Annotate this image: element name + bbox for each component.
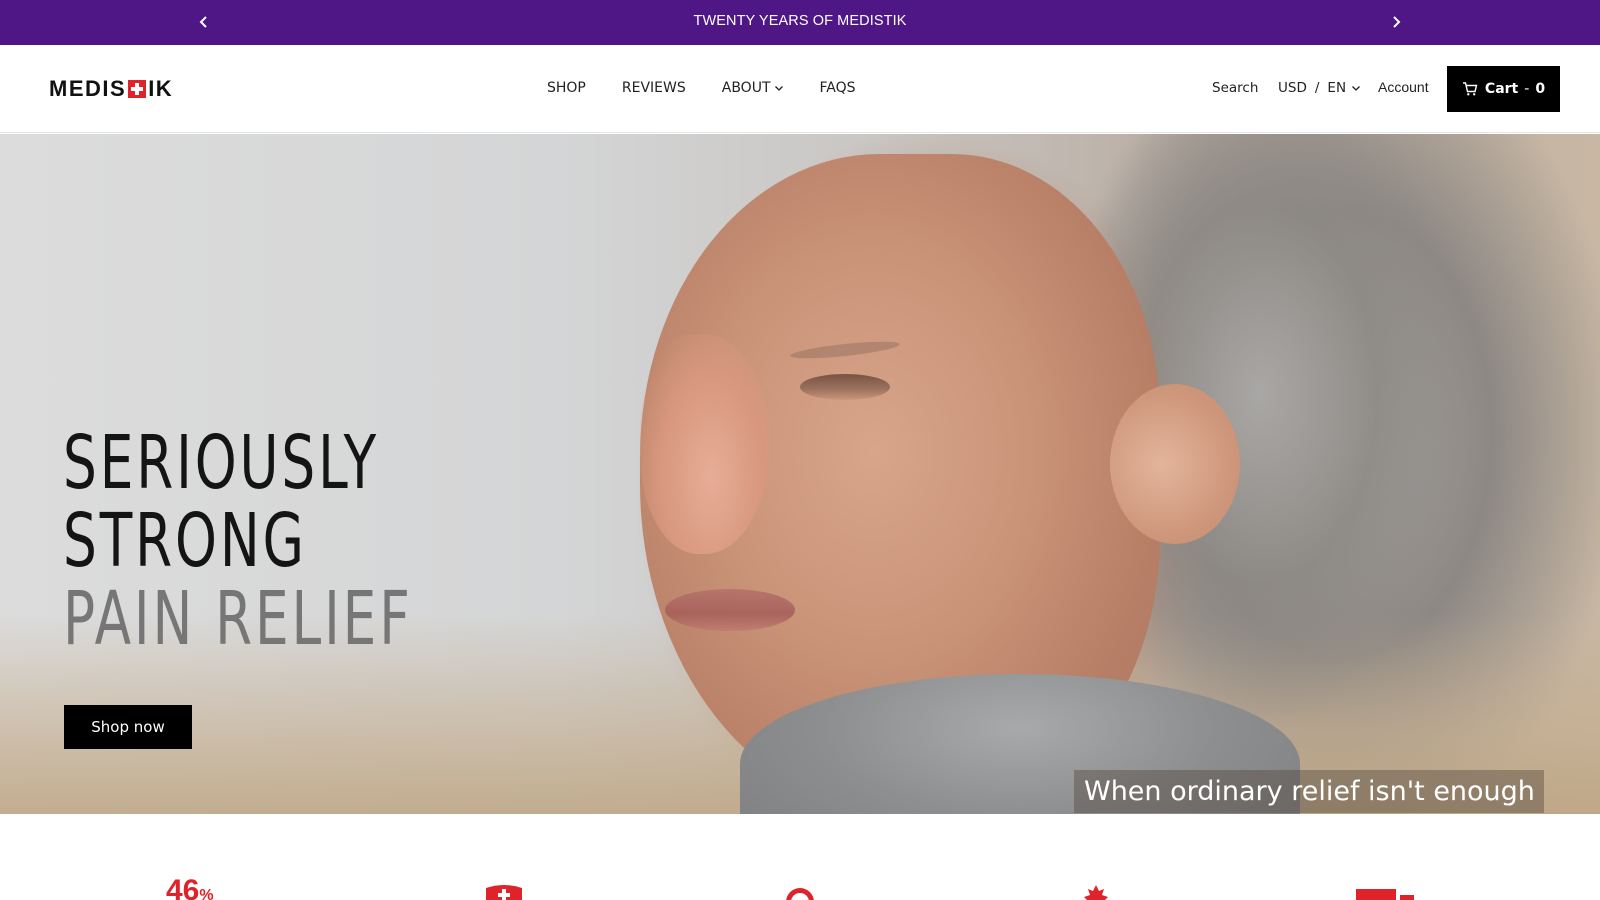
cart-icon: [1462, 81, 1478, 97]
logo-text-left: MEDIS: [49, 76, 127, 101]
hero-title: SERIOUSLY STRONG PAIN RELIEF: [63, 424, 413, 658]
nav-item-reviews[interactable]: REVIEWS: [622, 80, 686, 96]
truck-icon: [1356, 886, 1416, 900]
hero-title-line3: PAIN RELIEF: [63, 576, 413, 662]
nav-item-faqs[interactable]: FAQS: [820, 80, 856, 96]
nav-item-label: SHOP: [547, 80, 586, 96]
announcement-bar: TWENTY YEARS OF MEDISTIK: [0, 0, 1600, 45]
cart-count: 0: [1535, 81, 1546, 97]
red-cross-icon: [128, 80, 147, 98]
maple-leaf-icon: [1082, 885, 1110, 900]
hero-image-lips: [665, 589, 795, 631]
chevron-down-icon: [1351, 83, 1361, 93]
search-link[interactable]: Search: [1212, 80, 1258, 96]
cart-separator: -: [1524, 81, 1530, 97]
feature-stat-value: 46: [166, 874, 200, 900]
language-label: EN: [1327, 80, 1347, 96]
shield-cross-icon: [484, 884, 524, 900]
main-nav: SHOP REVIEWS ABOUT FAQS: [547, 80, 892, 96]
hero-title-line2: STRONG: [63, 498, 307, 584]
nav-item-label: FAQS: [819, 80, 856, 96]
nav-item-label: ABOUT: [721, 80, 771, 96]
chevron-down-icon: [774, 83, 784, 93]
locale-separator: /: [1314, 80, 1320, 96]
chevron-right-icon[interactable]: [1386, 12, 1406, 32]
hero-title-line1: SERIOUSLY: [63, 420, 380, 506]
nav-item-about[interactable]: ABOUT: [722, 80, 784, 96]
hero-image-eye: [800, 374, 890, 400]
hero-image-ear: [1110, 384, 1240, 544]
logo-text-right: IK: [148, 76, 174, 101]
hero-image-nose: [640, 334, 770, 554]
site-header: MEDIS IK SHOP REVIEWS ABOUT FAQS Search …: [0, 45, 1600, 133]
hero-tagline: When ordinary relief isn't enough: [1074, 770, 1544, 813]
logo[interactable]: MEDIS IK: [49, 76, 174, 101]
feature-stat-unit: %: [199, 887, 214, 900]
badge-icon: [784, 886, 816, 900]
cart-button[interactable]: Cart - 0: [1447, 66, 1560, 112]
cart-label: Cart: [1484, 81, 1519, 97]
currency-language-selector[interactable]: USD / EN: [1278, 80, 1361, 96]
account-link[interactable]: Account: [1378, 79, 1429, 95]
currency-label: USD: [1278, 80, 1307, 96]
feature-stat: 46%: [166, 876, 214, 900]
nav-item-label: REVIEWS: [621, 80, 686, 96]
nav-item-shop[interactable]: SHOP: [547, 80, 586, 96]
shop-now-button[interactable]: Shop now: [64, 705, 192, 749]
announcement-message: TWENTY YEARS OF MEDISTIK: [693, 13, 907, 29]
